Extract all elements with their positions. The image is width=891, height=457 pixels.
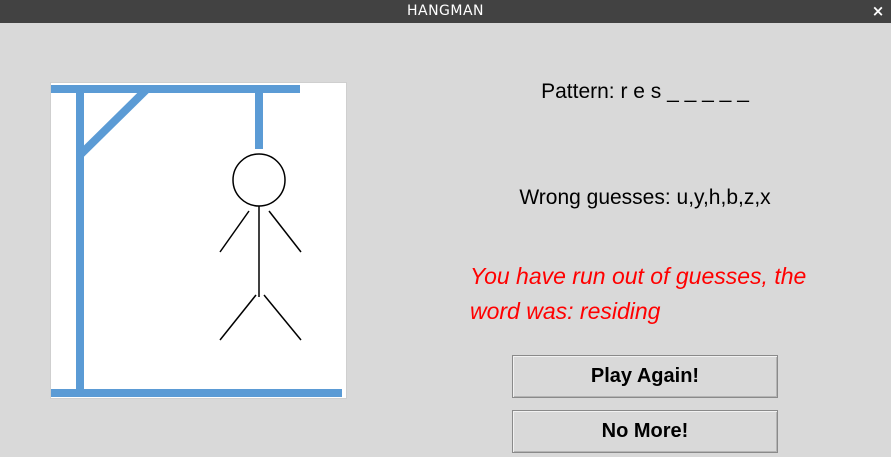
gallows-brace xyxy=(77,86,150,158)
window-title: HANGMAN xyxy=(406,3,485,19)
game-over-message: You have run out of guesses, the word wa… xyxy=(470,263,807,324)
gallows xyxy=(51,85,342,397)
man-right-arm xyxy=(268,210,302,253)
hanged-man xyxy=(219,153,302,341)
close-icon[interactable]: × xyxy=(871,0,885,23)
hangman-drawing xyxy=(51,85,342,397)
hangman-canvas xyxy=(50,82,347,399)
man-head xyxy=(232,153,286,207)
man-left-leg xyxy=(219,294,257,341)
pattern-label: Pattern: r e s _ _ _ _ _ xyxy=(541,80,749,103)
window-titlebar: HANGMAN × xyxy=(0,0,891,23)
wrong-guesses-label: Wrong guesses: u,y,h,b,z,x xyxy=(519,186,771,209)
play-again-button[interactable]: Play Again! xyxy=(512,355,778,398)
man-right-leg xyxy=(263,294,302,341)
no-more-button[interactable]: No More! xyxy=(512,410,778,453)
man-left-arm xyxy=(219,210,250,253)
